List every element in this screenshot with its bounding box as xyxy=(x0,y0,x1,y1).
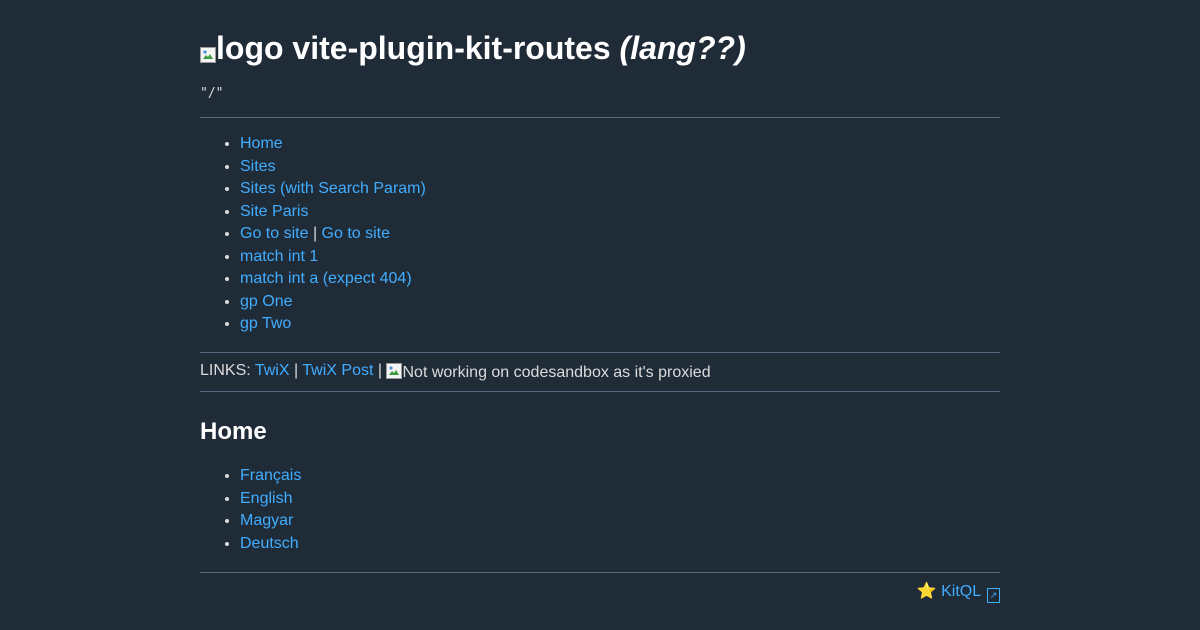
language-link-deutsch[interactable]: Deutsch xyxy=(240,535,299,552)
footer: ⭐ KitQL ↗ xyxy=(917,582,1000,603)
nav-link-gp-one[interactable]: gp One xyxy=(240,293,292,310)
nav-item-home: Home xyxy=(240,133,426,156)
links-separator-1: | xyxy=(293,362,299,379)
links-bar: LINKS: TwiX | TwiX Post | Not working on… xyxy=(200,361,711,383)
kitql-link[interactable]: ⭐ KitQL ↗ xyxy=(916,583,1000,603)
proxied-alt-text: Not working on codesandbox as it's proxi… xyxy=(402,364,711,381)
proxied-image: Not working on codesandbox as it's proxi… xyxy=(386,361,711,383)
home-section-title: Home xyxy=(200,418,267,445)
nav-link-site-paris[interactable]: Site Paris xyxy=(240,203,308,220)
language-list: Français English Magyar Deutsch xyxy=(200,465,301,555)
broken-image-icon xyxy=(200,47,216,63)
nav-item-gp-two: gp Two xyxy=(240,313,426,336)
external-link-icon: ↗ xyxy=(987,588,1000,603)
nav-item-match-int-a: match int a (expect 404) xyxy=(240,268,426,291)
logo-alt-text: logo xyxy=(216,30,284,66)
kitql-label: ⭐ KitQL xyxy=(916,583,981,600)
nav-item-match-int-1: match int 1 xyxy=(240,246,426,269)
page-title: logo vite-plugin-kit-routes (lang??) xyxy=(200,26,746,70)
nav-link-go-to-site-1[interactable]: Go to site xyxy=(240,225,308,242)
nav-separator: | xyxy=(312,225,318,242)
nav-link-match-int-1[interactable]: match int 1 xyxy=(240,248,318,265)
current-route: "/" xyxy=(200,86,224,101)
nav-link-gp-two[interactable]: gp Two xyxy=(240,315,291,332)
divider-links-bottom xyxy=(200,391,1000,392)
nav-link-match-int-a[interactable]: match int a (expect 404) xyxy=(240,270,412,287)
twix-post-link[interactable]: TwiX Post xyxy=(302,362,373,379)
links-separator-2: | xyxy=(377,362,383,379)
lang-label: (lang??) xyxy=(619,30,746,66)
nav-item-gp-one: gp One xyxy=(240,291,426,314)
nav-item-sites: Sites xyxy=(240,156,426,179)
divider-top xyxy=(200,117,1000,118)
broken-image-icon xyxy=(386,363,403,379)
twix-link[interactable]: TwiX xyxy=(255,362,290,379)
nav-list: Home Sites Sites (with Search Param) Sit… xyxy=(200,133,426,336)
language-item-en: English xyxy=(240,488,301,511)
language-item-fr: Français xyxy=(240,465,301,488)
divider-footer xyxy=(200,572,1000,573)
divider-links-top xyxy=(200,352,1000,353)
language-link-english[interactable]: English xyxy=(240,490,292,507)
logo-image: logo xyxy=(200,26,284,70)
nav-item-site-paris: Site Paris xyxy=(240,201,426,224)
nav-link-home[interactable]: Home xyxy=(240,135,283,152)
nav-link-sites-search-param[interactable]: Sites (with Search Param) xyxy=(240,180,426,197)
language-item-hu: Magyar xyxy=(240,510,301,533)
app-name: vite-plugin-kit-routes xyxy=(292,30,611,66)
nav-link-go-to-site-2[interactable]: Go to site xyxy=(322,225,390,242)
language-item-de: Deutsch xyxy=(240,533,301,556)
language-link-francais[interactable]: Français xyxy=(240,467,301,484)
links-prefix: LINKS: xyxy=(200,362,251,379)
nav-link-sites[interactable]: Sites xyxy=(240,158,276,175)
nav-item-sites-search: Sites (with Search Param) xyxy=(240,178,426,201)
language-link-magyar[interactable]: Magyar xyxy=(240,512,293,529)
nav-item-go-to-site: Go to site | Go to site xyxy=(240,223,426,246)
